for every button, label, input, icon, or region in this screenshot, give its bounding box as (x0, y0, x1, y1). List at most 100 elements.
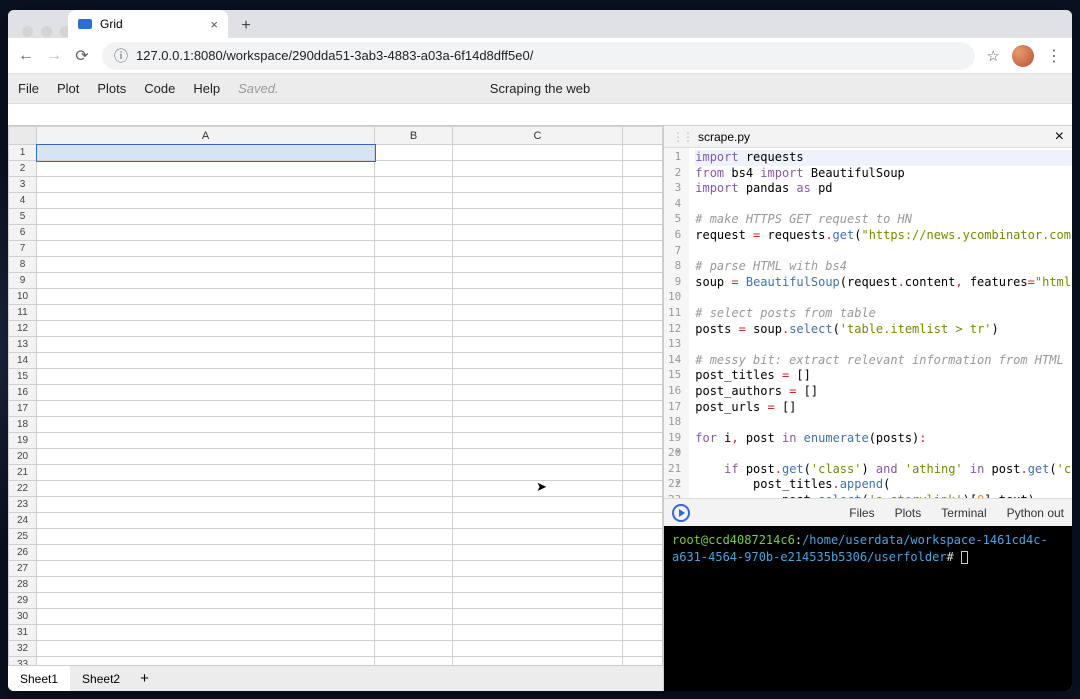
cell[interactable] (453, 353, 623, 369)
cell[interactable] (37, 593, 375, 609)
row-header[interactable]: 27 (9, 561, 37, 577)
reload-icon[interactable]: ⟳ (74, 48, 90, 64)
cell[interactable] (623, 529, 663, 545)
cell[interactable] (623, 257, 663, 273)
row-header[interactable]: 2 (9, 161, 37, 177)
cell[interactable] (37, 433, 375, 449)
row-header[interactable]: 1 (9, 145, 37, 161)
cell[interactable] (453, 481, 623, 497)
row-header[interactable]: 3 (9, 177, 37, 193)
cell[interactable] (37, 161, 375, 177)
row-header[interactable]: 5 (9, 209, 37, 225)
cell[interactable] (453, 177, 623, 193)
cell[interactable] (37, 513, 375, 529)
row-header[interactable]: 28 (9, 577, 37, 593)
cell[interactable] (623, 209, 663, 225)
cell[interactable] (453, 225, 623, 241)
cell[interactable] (37, 641, 375, 657)
cell[interactable] (623, 369, 663, 385)
menu-plot[interactable]: Plot (57, 81, 79, 96)
row-header[interactable]: 31 (9, 625, 37, 641)
cell[interactable] (453, 465, 623, 481)
cell[interactable] (623, 337, 663, 353)
row-header[interactable]: 21 (9, 465, 37, 481)
sheet-tab[interactable]: Sheet2 (70, 666, 132, 691)
cell[interactable] (453, 545, 623, 561)
tab-plots[interactable]: Plots (895, 506, 922, 520)
row-header[interactable]: 8 (9, 257, 37, 273)
drag-handle-icon[interactable]: ⋮⋮ (672, 130, 692, 144)
cell[interactable] (375, 561, 453, 577)
menu-code[interactable]: Code (144, 81, 175, 96)
cell[interactable] (375, 337, 453, 353)
cell[interactable] (37, 177, 375, 193)
cell[interactable] (375, 369, 453, 385)
cell[interactable] (623, 417, 663, 433)
browser-tab[interactable]: Grid × (68, 10, 228, 38)
cell[interactable] (375, 385, 453, 401)
row-header[interactable]: 29 (9, 593, 37, 609)
cell[interactable] (453, 449, 623, 465)
cell[interactable] (375, 609, 453, 625)
terminal[interactable]: root@ccd4087214c6:/home/userdata/workspa… (664, 526, 1072, 691)
row-header[interactable]: 13 (9, 337, 37, 353)
row-header[interactable]: 17 (9, 401, 37, 417)
cell[interactable] (375, 193, 453, 209)
cell[interactable] (453, 513, 623, 529)
cell[interactable] (623, 641, 663, 657)
row-header[interactable]: 22 (9, 481, 37, 497)
back-icon[interactable]: ← (18, 48, 34, 64)
cell[interactable] (375, 513, 453, 529)
code-editor[interactable]: 12345678910111213141516171819 ▾2021 ▾222… (664, 148, 1072, 498)
cell[interactable] (375, 641, 453, 657)
cell[interactable] (375, 481, 453, 497)
cell[interactable] (375, 353, 453, 369)
cell[interactable] (623, 273, 663, 289)
cell[interactable] (37, 385, 375, 401)
cell[interactable] (37, 241, 375, 257)
cell[interactable] (375, 209, 453, 225)
cell[interactable] (623, 609, 663, 625)
cell[interactable] (375, 257, 453, 273)
cell[interactable] (375, 401, 453, 417)
cell[interactable] (623, 577, 663, 593)
row-header[interactable]: 33 (9, 657, 37, 666)
cell[interactable] (623, 433, 663, 449)
cell[interactable] (37, 449, 375, 465)
row-header[interactable]: 4 (9, 193, 37, 209)
cell[interactable] (453, 641, 623, 657)
cell[interactable] (375, 577, 453, 593)
col-header[interactable]: B (375, 127, 453, 145)
cell[interactable] (623, 481, 663, 497)
row-header[interactable]: 25 (9, 529, 37, 545)
cell[interactable] (375, 529, 453, 545)
menu-file[interactable]: File (18, 81, 39, 96)
forward-icon[interactable]: → (46, 48, 62, 64)
cell[interactable] (375, 241, 453, 257)
profile-avatar[interactable] (1012, 45, 1034, 67)
add-sheet-button[interactable]: + (132, 670, 157, 687)
cell[interactable] (37, 481, 375, 497)
cell[interactable] (375, 465, 453, 481)
close-icon[interactable]: × (1055, 128, 1064, 146)
cell[interactable] (375, 449, 453, 465)
cell[interactable] (375, 545, 453, 561)
cell[interactable] (623, 657, 663, 666)
spreadsheet-grid[interactable]: ABC1234567891011121314151617181920212223… (8, 126, 663, 665)
cell[interactable] (375, 305, 453, 321)
cell[interactable] (623, 289, 663, 305)
cell[interactable] (623, 145, 663, 161)
cell[interactable] (453, 257, 623, 273)
cell[interactable] (453, 289, 623, 305)
cell[interactable] (37, 145, 375, 161)
cell[interactable] (453, 577, 623, 593)
cell[interactable] (453, 209, 623, 225)
cell[interactable] (375, 433, 453, 449)
cell[interactable] (623, 161, 663, 177)
cell[interactable] (453, 497, 623, 513)
cell[interactable] (623, 321, 663, 337)
cell[interactable] (375, 321, 453, 337)
cell[interactable] (623, 193, 663, 209)
cell[interactable] (453, 161, 623, 177)
cell[interactable] (623, 401, 663, 417)
